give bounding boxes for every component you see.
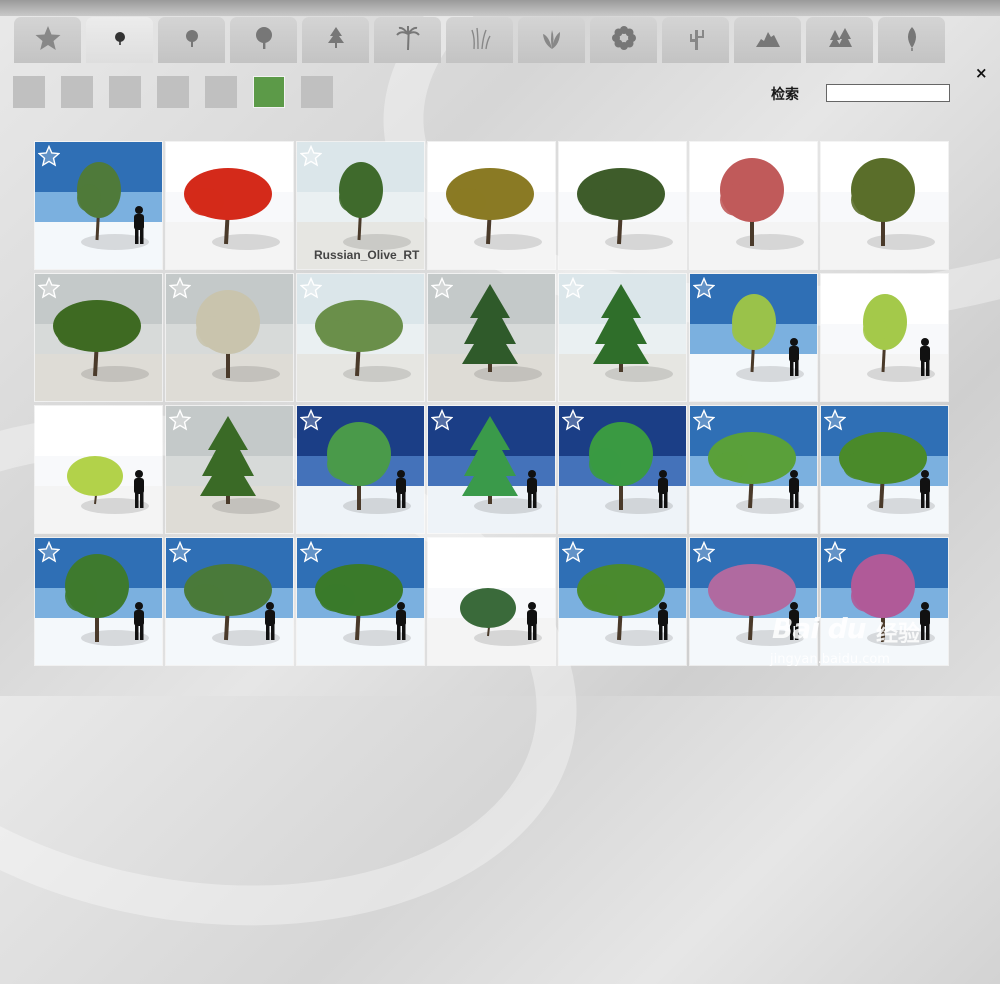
tree-grid: Russian_Olive_RT <box>35 142 948 665</box>
tree-tile[interactable] <box>166 538 293 665</box>
tree-tile[interactable] <box>821 406 948 533</box>
tree-tile[interactable] <box>35 274 162 401</box>
category-tabs <box>14 17 945 63</box>
favorite-star-icon[interactable] <box>37 276 61 299</box>
tree-tile[interactable] <box>166 406 293 533</box>
tree-tile[interactable] <box>428 406 555 533</box>
favorite-star-icon[interactable] <box>692 276 716 299</box>
favorite-star-icon[interactable] <box>692 144 716 167</box>
conifer-icon <box>322 24 350 56</box>
favorite-star-icon[interactable] <box>168 408 192 431</box>
tree-tile[interactable] <box>821 142 948 269</box>
round-tree-icon <box>178 24 206 56</box>
tab-rock[interactable] <box>734 17 801 63</box>
tree-tile[interactable] <box>559 406 686 533</box>
shrub-icon <box>538 24 566 56</box>
favorite-star-icon[interactable] <box>299 144 323 167</box>
tab-conifer[interactable] <box>302 17 369 63</box>
tree-tile[interactable] <box>559 274 686 401</box>
favorite-star-icon[interactable] <box>823 144 847 167</box>
favorite-star-icon[interactable] <box>561 276 585 299</box>
favorite-star-icon[interactable] <box>430 408 454 431</box>
tab-cactus[interactable] <box>662 17 729 63</box>
favorite-star-icon[interactable] <box>299 276 323 299</box>
color-swatch[interactable] <box>157 76 189 108</box>
tab-forest[interactable] <box>806 17 873 63</box>
favorite-star-icon[interactable] <box>168 540 192 563</box>
large-tree-icon <box>250 24 278 56</box>
favorite-star-icon[interactable] <box>561 408 585 431</box>
forest-icon <box>826 24 854 56</box>
tree-tile[interactable] <box>559 538 686 665</box>
tab-flower[interactable] <box>590 17 657 63</box>
tree-tile[interactable] <box>297 406 424 533</box>
search-label: 检索 <box>771 87 799 103</box>
tree-tile[interactable] <box>821 274 948 401</box>
tree-tile[interactable] <box>35 142 162 269</box>
color-swatch[interactable] <box>253 76 285 108</box>
tree-tile[interactable] <box>690 142 817 269</box>
favorite-star-icon[interactable] <box>37 540 61 563</box>
color-swatch[interactable] <box>205 76 237 108</box>
star-icon <box>34 24 62 56</box>
tab-leaf[interactable] <box>878 17 945 63</box>
favorite-star-icon[interactable] <box>823 276 847 299</box>
favorite-star-icon[interactable] <box>299 540 323 563</box>
tree-tile[interactable] <box>297 538 424 665</box>
palm-icon <box>394 24 422 56</box>
favorite-star-icon[interactable] <box>37 408 61 431</box>
favorite-star-icon[interactable] <box>430 540 454 563</box>
tree-tile[interactable] <box>428 274 555 401</box>
tab-palm[interactable] <box>374 17 441 63</box>
favorite-star-icon[interactable] <box>37 144 61 167</box>
tab-shrub[interactable] <box>518 17 585 63</box>
cactus-icon <box>682 24 710 56</box>
tree-tile[interactable] <box>297 274 424 401</box>
tree-tile[interactable] <box>428 142 555 269</box>
search-input[interactable] <box>826 84 950 102</box>
favorite-star-icon[interactable] <box>430 276 454 299</box>
tree-name-label: Russian_Olive_RT <box>314 248 420 262</box>
title-bar <box>0 0 1000 16</box>
color-swatches <box>13 76 333 108</box>
close-button[interactable]: × <box>975 64 988 82</box>
favorite-star-icon[interactable] <box>692 540 716 563</box>
leaf-icon <box>898 24 926 56</box>
grass-icon <box>466 24 494 56</box>
favorite-star-icon[interactable] <box>299 408 323 431</box>
favorite-star-icon[interactable] <box>168 276 192 299</box>
favorite-star-icon[interactable] <box>561 144 585 167</box>
favorite-star-icon[interactable] <box>561 540 585 563</box>
tab-star[interactable] <box>14 17 81 63</box>
tree-tile[interactable] <box>35 406 162 533</box>
favorite-star-icon[interactable] <box>692 408 716 431</box>
tree-tile[interactable] <box>821 538 948 665</box>
tree-tile[interactable] <box>166 274 293 401</box>
tree-tile[interactable]: Russian_Olive_RT <box>297 142 424 269</box>
tab-round-tree[interactable] <box>158 17 225 63</box>
tree-tile[interactable] <box>559 142 686 269</box>
tab-large-tree[interactable] <box>230 17 297 63</box>
tab-small-tree[interactable] <box>86 17 153 63</box>
color-swatch[interactable] <box>13 76 45 108</box>
tree-tile[interactable] <box>166 142 293 269</box>
favorite-star-icon[interactable] <box>430 144 454 167</box>
tree-tile[interactable] <box>690 274 817 401</box>
small-tree-icon <box>106 24 134 56</box>
color-swatch[interactable] <box>61 76 93 108</box>
color-swatch[interactable] <box>301 76 333 108</box>
tree-tile[interactable] <box>428 538 555 665</box>
tree-tile[interactable] <box>35 538 162 665</box>
favorite-star-icon[interactable] <box>823 540 847 563</box>
tree-tile[interactable] <box>690 538 817 665</box>
favorite-star-icon[interactable] <box>168 144 192 167</box>
color-swatch[interactable] <box>109 76 141 108</box>
favorite-star-icon[interactable] <box>823 408 847 431</box>
tree-tile[interactable] <box>690 406 817 533</box>
rock-icon <box>754 24 782 56</box>
flower-icon <box>610 24 638 56</box>
tab-grass[interactable] <box>446 17 513 63</box>
